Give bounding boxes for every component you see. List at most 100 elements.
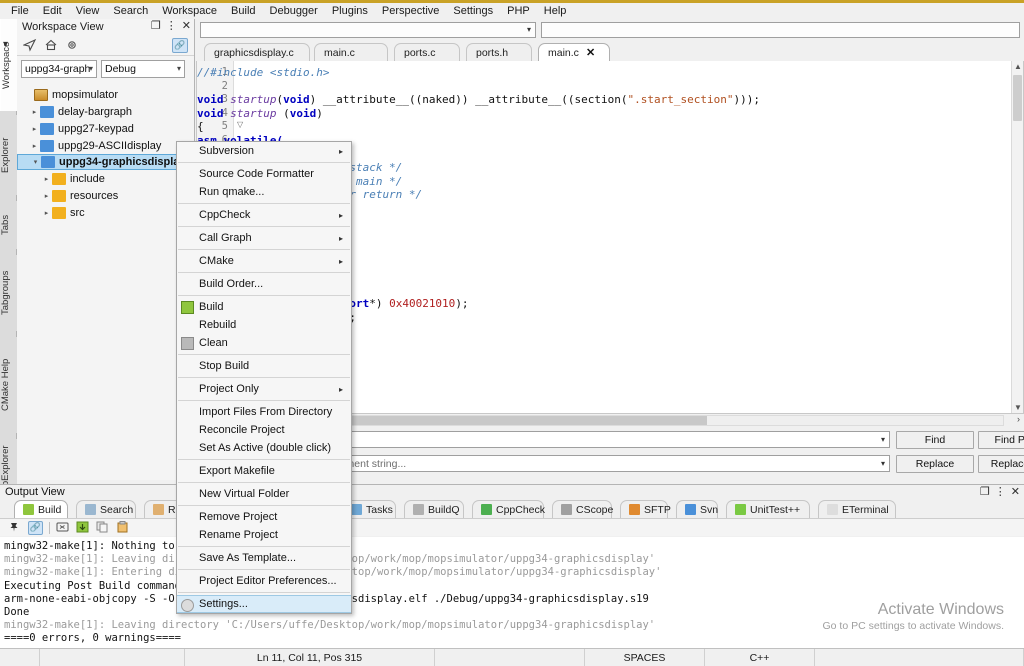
output-tab-sftp[interactable]: SFTP <box>620 500 671 518</box>
context-menu-item-project-only[interactable]: Project Only ▸ <box>177 380 351 398</box>
menu-item-build[interactable]: Build <box>224 4 262 18</box>
tree-item[interactable]: ▸ src <box>17 204 194 221</box>
context-menu-item-settings[interactable]: Settings... <box>177 595 351 613</box>
context-menu-item-stop-build[interactable]: Stop Build <box>177 357 351 375</box>
rail-tab-tabs[interactable]: Tabs <box>0 201 17 249</box>
fold-marker-icon[interactable]: ▽ <box>237 120 243 129</box>
menu-item-debugger[interactable]: Debugger <box>263 4 325 18</box>
context-menu-item-cppcheck[interactable]: CppCheck ▸ <box>177 206 351 224</box>
clear-icon[interactable] <box>56 521 70 535</box>
expand-arrow-icon[interactable]: ▸ <box>41 175 52 183</box>
output-tab-cscope[interactable]: CScope <box>552 500 613 518</box>
tree-item[interactable]: ▸ delay-bargraph <box>17 103 194 120</box>
context-menu-item-cmake[interactable]: CMake ▸ <box>177 252 351 270</box>
context-menu-item-project-editor-preferences[interactable]: Project Editor Preferences... <box>177 572 351 590</box>
find-prev-button[interactable]: Find Prev <box>978 431 1024 449</box>
context-menu-item-source-code-formatter[interactable]: Source Code Formatter <box>177 165 351 183</box>
chevron-down-icon[interactable]: ▾ <box>881 435 885 444</box>
editor-vertical-scrollbar[interactable]: ▲ ▼ <box>1011 61 1023 413</box>
context-menu-item-rebuild[interactable]: Rebuild <box>177 316 351 334</box>
find-input[interactable]: ▾ <box>302 431 890 448</box>
scrollbar-thumb[interactable] <box>1013 75 1022 121</box>
tree-item[interactable]: ▸ uppg29-ASCIIdisplay <box>17 137 194 154</box>
panel-menu-icon[interactable]: ⋮ <box>995 486 1006 498</box>
output-tab-eterminal[interactable]: ETerminal <box>818 500 896 518</box>
detach-icon[interactable]: ❐ <box>151 20 161 32</box>
output-tab-build[interactable]: Build <box>14 500 68 518</box>
menu-item-perspective[interactable]: Perspective <box>375 4 446 18</box>
tree-item[interactable]: ▸ include <box>17 170 194 187</box>
context-menu-item-subversion[interactable]: Subversion ▸ <box>177 142 351 160</box>
rail-tab-explorer[interactable]: Explorer <box>0 115 17 195</box>
context-menu-item-build-order[interactable]: Build Order... <box>177 275 351 293</box>
expand-arrow-icon[interactable]: ▸ <box>29 125 40 133</box>
save-icon[interactable] <box>76 521 90 535</box>
output-tab-buildq[interactable]: BuildQ <box>404 500 464 518</box>
replace-all-button[interactable]: Replace All <box>978 455 1024 473</box>
close-icon[interactable]: ✕ <box>1011 486 1020 498</box>
editor-tab-main-c[interactable]: main.c ✕ <box>538 43 610 61</box>
tree-item-selected[interactable]: ▾ uppg34-graphicsdisplay <box>17 154 194 170</box>
function-combo[interactable] <box>541 22 1020 38</box>
close-icon[interactable]: ✕ <box>182 20 191 32</box>
menu-item-help[interactable]: Help <box>537 4 574 18</box>
context-menu-item-build[interactable]: Build <box>177 298 351 316</box>
scroll-up-arrow[interactable]: ▲ <box>1014 62 1022 71</box>
panel-menu-icon[interactable]: ⋮ <box>166 20 177 32</box>
context-menu-item-import-files-from-directory[interactable]: Import Files From Directory <box>177 403 351 421</box>
scroll-down-arrow[interactable]: ▼ <box>1014 403 1022 412</box>
hscroll-thumb[interactable] <box>299 416 707 425</box>
output-tab-cppcheck[interactable]: CppCheck <box>472 500 545 518</box>
detach-icon[interactable]: ❐ <box>980 486 990 498</box>
scroll-right-arrow[interactable]: › <box>1017 414 1020 424</box>
context-menu-item-new-virtual-folder[interactable]: New Virtual Folder <box>177 485 351 503</box>
context-menu-item-export-makefile[interactable]: Export Makefile <box>177 462 351 480</box>
output-tab-search[interactable]: Search <box>76 500 136 518</box>
menu-item-file[interactable]: File <box>4 4 36 18</box>
paste-icon[interactable] <box>116 520 130 535</box>
menu-item-edit[interactable]: Edit <box>36 4 69 18</box>
output-tab-svn[interactable]: Svn <box>676 500 718 518</box>
tree-item[interactable]: mopsimulator <box>17 86 194 103</box>
menu-item-settings[interactable]: Settings <box>446 4 500 18</box>
editor-tab-graphicsdisplay-c[interactable]: graphicsdisplay.c <box>204 43 310 61</box>
build-config-selector[interactable]: Debug ▾ <box>101 60 185 78</box>
close-tab-icon[interactable]: ✕ <box>586 46 595 59</box>
replace-input[interactable]: Replacement string... ▾ <box>302 455 890 472</box>
context-menu-item-clean[interactable]: Clean <box>177 334 351 352</box>
find-button[interactable]: Find <box>896 431 974 449</box>
pin-icon[interactable] <box>8 521 22 535</box>
context-menu-item-reconcile-project[interactable]: Reconcile Project <box>177 421 351 439</box>
scope-combo[interactable]: ▾ <box>200 22 536 38</box>
editor-tab-ports-c[interactable]: ports.c <box>394 43 460 61</box>
expand-arrow-icon[interactable]: ▸ <box>29 142 40 150</box>
menu-item-plugins[interactable]: Plugins <box>325 4 375 18</box>
menu-item-workspace[interactable]: Workspace <box>155 4 224 18</box>
home-icon[interactable] <box>44 38 58 52</box>
editor-tab-ports-h[interactable]: ports.h <box>466 43 532 61</box>
editor-tab-main-c[interactable]: main.c <box>314 43 388 61</box>
context-menu-item-set-as-active-double-click[interactable]: Set As Active (double click) <box>177 439 351 457</box>
project-selector[interactable]: uppg34-graph ▾ <box>21 60 97 78</box>
gear-icon[interactable] <box>65 38 79 52</box>
context-menu-item-call-graph[interactable]: Call Graph ▸ <box>177 229 351 247</box>
tree-item[interactable]: ▸ resources <box>17 187 194 204</box>
rail-tab-tabgroups[interactable]: Tabgroups <box>0 255 17 331</box>
link-icon[interactable]: 🔗 <box>28 520 43 535</box>
rail-tab-workspace[interactable]: Workspace <box>0 19 17 111</box>
context-menu-item-remove-project[interactable]: Remove Project <box>177 508 351 526</box>
copy-icon[interactable] <box>96 521 110 535</box>
link-icon[interactable]: 🔗 <box>172 38 188 53</box>
chevron-down-icon[interactable]: ▾ <box>3 39 8 50</box>
rail-tab-cmake-help[interactable]: CMake Help <box>0 337 17 433</box>
send-icon[interactable] <box>22 38 37 52</box>
expand-arrow-icon[interactable]: ▸ <box>41 209 52 217</box>
tree-item[interactable]: ▸ uppg27-keypad <box>17 120 194 137</box>
menu-item-search[interactable]: Search <box>106 4 155 18</box>
replace-button[interactable]: Replace <box>896 455 974 473</box>
chevron-down-icon[interactable]: ▾ <box>881 459 885 468</box>
expand-arrow-icon[interactable]: ▸ <box>29 108 40 116</box>
context-menu-item-run-qmake[interactable]: Run qmake... <box>177 183 351 201</box>
menu-item-view[interactable]: View <box>69 4 107 18</box>
hscroll-track[interactable] <box>298 415 1004 426</box>
